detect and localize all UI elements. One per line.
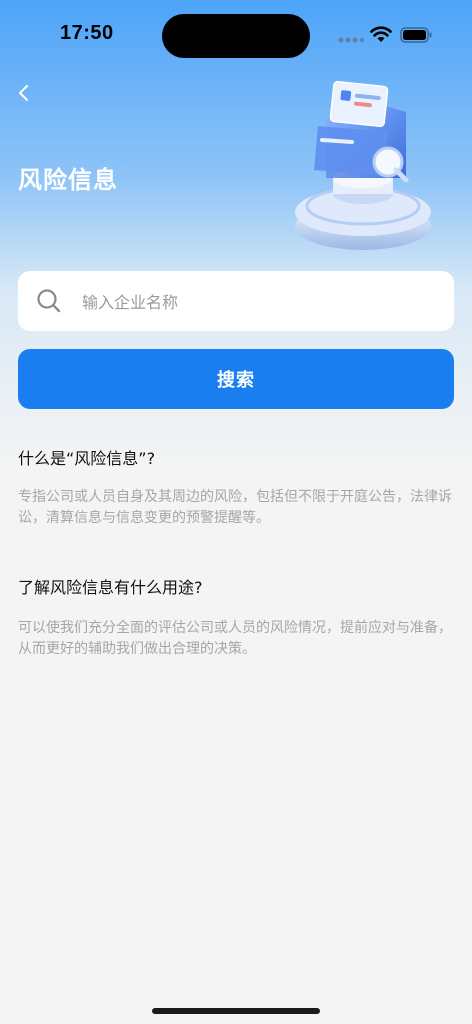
search-button[interactable]: 搜索 <box>18 349 454 409</box>
faq-answer-usage: 可以使我们充分全面的评估公司或人员的风险情况，提前应对与准备，从而更好的辅助我们… <box>18 620 452 657</box>
status-bar: 17:50 <box>0 0 472 70</box>
faq-question-usage: 了解风险信息有什么用途? <box>18 578 203 597</box>
page-title: 风险信息 <box>18 166 118 194</box>
search-icon <box>37 289 61 313</box>
battery-icon <box>400 27 432 43</box>
back-button[interactable] <box>10 78 40 108</box>
risk-folder-illustration <box>295 80 431 250</box>
home-indicator <box>152 1008 320 1014</box>
company-search-input[interactable] <box>80 281 434 323</box>
faq-question-what: 什么是“风险信息”? <box>18 449 156 468</box>
status-time: 17:50 <box>60 22 114 44</box>
wifi-icon <box>370 26 392 42</box>
search-box[interactable] <box>18 271 454 331</box>
signal-icon <box>338 37 364 43</box>
faq-answer-what: 专指公司或人员自身及其周边的风险，包括但不限于开庭公告，法律诉讼，清算信息与信息… <box>18 489 452 526</box>
dynamic-island <box>162 14 310 58</box>
chevron-left-icon <box>19 85 28 101</box>
